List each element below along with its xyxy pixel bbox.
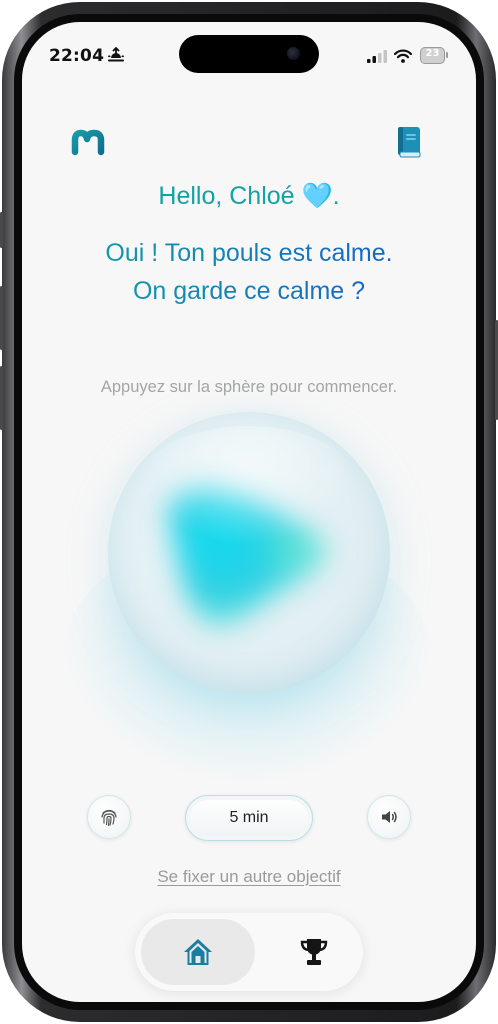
pulse-message: Oui ! Ton pouls est calme. On garde ce c… [99, 234, 399, 310]
tab-home[interactable] [141, 919, 255, 985]
front-camera [287, 47, 300, 60]
change-goal-link[interactable]: Se fixer un autre objectif [22, 867, 476, 887]
breathing-sphere[interactable] [108, 412, 390, 694]
fingerprint-icon [101, 809, 117, 827]
sound-button[interactable] [367, 795, 411, 839]
trophy-icon [300, 939, 328, 965]
battery-icon: 23 [420, 47, 448, 64]
duration-selector-button[interactable]: 5 min [185, 795, 313, 841]
fingerprint-button[interactable] [87, 795, 131, 839]
volume-down-button [0, 366, 3, 430]
greeting-text: Hello, Chloé 🩵. [158, 182, 340, 210]
speaker-icon [382, 811, 397, 823]
m-logo-icon[interactable] [71, 128, 105, 156]
sphere-highlight [138, 426, 358, 546]
app-screen: 22:04 23 Hello, Chloé 🩵. Oui ! Ton pouls… [22, 22, 476, 1002]
volume-up-button [0, 286, 3, 350]
book-icon[interactable] [396, 126, 422, 158]
sunset-icon [108, 47, 124, 62]
tab-bar [135, 913, 363, 991]
battery-level: 23 [425, 48, 440, 59]
home-icon [184, 939, 212, 965]
status-bar: 22:04 23 [22, 22, 476, 92]
action-button [0, 212, 3, 248]
duration-label: 5 min [229, 809, 269, 826]
tab-trophy[interactable] [273, 919, 357, 985]
wifi-icon [394, 49, 412, 63]
start-hint: Appuyez sur la sphère pour commencer. [100, 378, 398, 396]
status-time: 22:04 [49, 46, 105, 66]
cellular-signal-icon [367, 50, 387, 63]
